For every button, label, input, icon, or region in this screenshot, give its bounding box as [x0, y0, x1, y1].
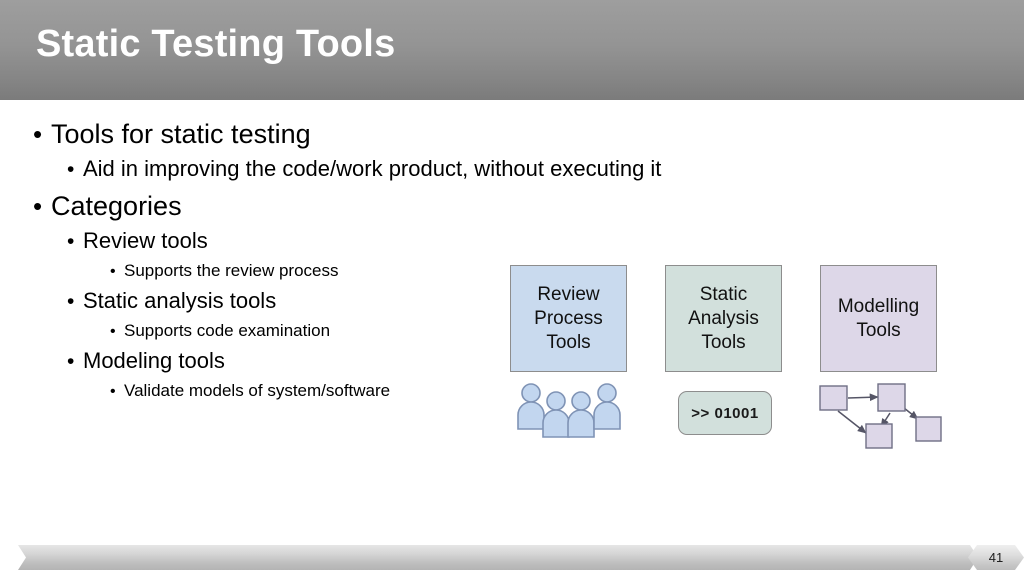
node-graph-icon	[818, 381, 943, 449]
bullet-item-review-tools: • Review tools	[0, 227, 520, 256]
diagram-box-label-line1: Modelling	[837, 295, 920, 317]
bullet-item-tools-for-static-testing: • Tools for static testing	[0, 117, 520, 151]
slide-title-bar: Static Testing Tools	[0, 0, 1024, 100]
diagram-box-label-line1: Static	[699, 283, 748, 305]
bullet-item-aid-in-improving: • Aid in improving the code/work product…	[0, 155, 661, 184]
diagram-box-label-line3: Tools	[546, 331, 591, 353]
slide-body-content: • Tools for static testing • Aid in impr…	[0, 112, 661, 403]
diagram-box-label-line3: Tools	[701, 331, 746, 353]
diagram-box-review-process-tools: Review Process Tools	[510, 265, 627, 372]
bullet-item-modeling-tools: • Modeling tools	[0, 347, 520, 376]
bullet-item-categories: • Categories	[0, 189, 520, 223]
bullet-marker-icon: •	[67, 290, 75, 313]
bullet-text: Aid in improving the code/work product, …	[83, 156, 662, 181]
footer-chevron-bar	[18, 545, 978, 570]
bullet-text: Supports the review process	[124, 261, 339, 280]
page-title: Static Testing Tools	[36, 23, 396, 65]
bullet-text: Supports code examination	[124, 321, 331, 340]
diagram-box-label-line2: Tools	[856, 319, 901, 341]
bullet-marker-icon: •	[67, 158, 75, 181]
code-chip-text: >> 01001	[691, 404, 759, 422]
bullet-item-static-analysis-tools: • Static analysis tools	[0, 287, 520, 316]
diagram-box-label-line2: Process	[534, 307, 603, 329]
bullet-item-supports-code-examination: • Supports code examination	[0, 319, 520, 343]
bullet-marker-icon: •	[67, 350, 75, 373]
bullet-marker-icon: •	[33, 191, 43, 221]
bullet-marker-icon: •	[110, 323, 116, 340]
bullet-item-supports-review-process: • Supports the review process	[0, 259, 520, 283]
diagram-box-label-line1: Review	[537, 283, 600, 305]
bullet-marker-icon: •	[110, 263, 116, 280]
bullet-marker-icon: •	[33, 119, 43, 149]
diagram-box-label: Static Analysis Tools	[688, 283, 759, 355]
bullet-item-validate-models: • Validate models of system/software	[0, 379, 520, 403]
slide-number-badge: 41	[968, 545, 1024, 570]
bullet-marker-icon: •	[110, 383, 116, 400]
bullet-text: Tools for static testing	[51, 119, 311, 149]
bullet-text: Static analysis tools	[83, 288, 277, 313]
tool-categories-diagram: Review Process Tools Static Analysis Too…	[500, 255, 960, 460]
diagram-box-static-analysis-tools: Static Analysis Tools	[665, 265, 782, 372]
code-chip-icon: >> 01001	[678, 391, 772, 435]
diagram-box-modelling-tools: Modelling Tools	[820, 265, 937, 372]
people-group-icon	[515, 383, 625, 441]
bullet-text: Categories	[51, 191, 182, 221]
diagram-box-label-line2: Analysis	[688, 307, 759, 329]
slide-footer: 41	[0, 543, 1024, 573]
diagram-box-label: Modelling Tools	[838, 295, 919, 343]
bullet-text: Review tools	[83, 228, 208, 253]
bullet-marker-icon: •	[67, 230, 75, 253]
bullet-text: Modeling tools	[83, 348, 225, 373]
slide-number: 41	[988, 550, 1004, 565]
diagram-box-label: Review Process Tools	[534, 283, 603, 355]
bullet-text: Validate models of system/software	[124, 381, 391, 400]
